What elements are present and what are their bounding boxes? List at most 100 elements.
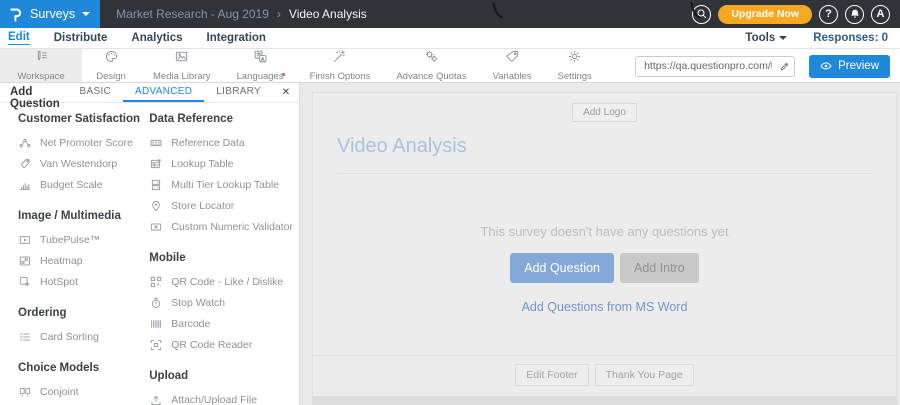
question-type-lookup-table[interactable]: Lookup Table: [149, 153, 293, 174]
question-type-barcode[interactable]: Barcode: [149, 313, 293, 334]
question-type-heatmap[interactable]: Heatmap: [18, 250, 149, 271]
help-icon[interactable]: ?: [819, 4, 838, 24]
search-icon[interactable]: [692, 4, 712, 24]
menu-item-analytics[interactable]: Analytics: [131, 32, 182, 45]
add-intro-button[interactable]: Add Intro: [620, 253, 699, 283]
breadcrumb-separator: ›: [276, 7, 281, 21]
hotspot-cursor-icon: [18, 276, 31, 288]
responses-count[interactable]: Responses: 0: [813, 32, 888, 44]
reference-data-icon: [149, 137, 162, 149]
breadcrumb-current: Video Analysis: [288, 7, 367, 21]
toolbar-item-advance-quotas[interactable]: Advance Quotas: [383, 49, 479, 82]
panel-header: Add Question BASIC ADVANCED LIBRARY ✕: [0, 83, 299, 110]
breadcrumb: Market Research - Aug 2019 › Video Analy…: [116, 7, 367, 21]
product-label: Surveys: [30, 7, 76, 21]
panel-body: Customer Satisfaction Net Promoter Score…: [0, 103, 299, 405]
menu-item-distribute[interactable]: Distribute: [54, 32, 108, 45]
question-type-card-sorting[interactable]: Card Sorting: [18, 326, 149, 347]
add-questions-msword-link[interactable]: Add Questions from MS Word: [522, 300, 688, 314]
questionpro-logo-icon: [9, 7, 23, 22]
numeric-validator-icon: [149, 221, 162, 233]
workspace-icon: [34, 49, 49, 69]
section-title: Image / Multimedia: [18, 210, 121, 222]
survey-title[interactable]: Video Analysis: [337, 135, 872, 158]
toolbar-item-workspace[interactable]: Workspace: [0, 49, 82, 82]
media-library-icon: [174, 49, 189, 69]
finish-options-wand-icon: [332, 49, 347, 69]
product-switcher[interactable]: Surveys: [0, 0, 101, 28]
barcode-icon: [149, 318, 162, 330]
survey-toolbar: Workspace Design Media Library Languages…: [0, 49, 900, 83]
upload-file-icon: [149, 394, 162, 405]
heatmap-icon: [18, 255, 31, 267]
toolbar-item-design[interactable]: Design: [82, 49, 140, 82]
question-type-qr-like-dislike[interactable]: QR Code - Like / Dislike: [149, 271, 293, 292]
chevron-down-icon: [82, 12, 91, 16]
section-title: Choice Models: [18, 362, 100, 374]
qr-reader-icon: [149, 339, 162, 351]
survey-card: Add Logo Video Analysis This survey does…: [312, 92, 897, 397]
tab-advanced[interactable]: ADVANCED: [123, 83, 205, 102]
survey-url-input[interactable]: [635, 55, 796, 77]
edit-url-pencil-icon[interactable]: [779, 61, 790, 72]
price-tag-icon: [18, 158, 31, 170]
avatar[interactable]: A: [871, 4, 890, 24]
section-title: Ordering: [18, 307, 67, 319]
panel-title: Add Question: [10, 86, 60, 110]
map-pin-icon: [149, 200, 162, 212]
question-type-conjoint[interactable]: Conjoint: [18, 381, 149, 402]
top-bar: Surveys Market Research - Aug 2019 › Vid…: [0, 0, 900, 28]
conjoint-icon: [18, 386, 31, 398]
question-type-attach-upload-file[interactable]: Attach/Upload File: [149, 389, 293, 405]
content-area: Add Question BASIC ADVANCED LIBRARY ✕ Cu…: [0, 83, 900, 405]
card-footer: Edit Footer Thank You Page: [313, 355, 896, 396]
section-title: Mobile: [149, 252, 186, 264]
toolbar-item-variables[interactable]: Variables: [480, 49, 545, 82]
variables-tag-icon: [505, 49, 520, 69]
question-type-qr-code-reader[interactable]: QR Code Reader: [149, 334, 293, 355]
horizontal-scrollbar-track[interactable]: [312, 397, 897, 405]
upgrade-now-button[interactable]: Upgrade Now: [718, 4, 812, 24]
menu-item-edit[interactable]: Edit: [8, 31, 30, 45]
question-type-stop-watch[interactable]: Stop Watch: [149, 292, 293, 313]
empty-message: This survey doesn't have any questions y…: [480, 224, 729, 239]
survey-canvas: Add Logo Video Analysis This survey does…: [300, 83, 900, 405]
toolbar-item-media-library[interactable]: Media Library: [140, 49, 224, 82]
toolbar-item-finish-options[interactable]: Finish Options: [297, 49, 384, 82]
edit-footer-button[interactable]: Edit Footer: [515, 364, 589, 386]
question-type-budget-scale[interactable]: Budget Scale: [18, 174, 149, 195]
settings-gear-icon: [567, 49, 582, 69]
preview-button[interactable]: Preview: [809, 54, 890, 78]
screen-artifact-curve: [492, 2, 503, 19]
tools-dropdown[interactable]: Tools: [745, 32, 788, 44]
question-type-hotspot[interactable]: HotSpot: [18, 271, 149, 292]
section-title: Upload: [149, 370, 189, 382]
close-icon[interactable]: ✕: [273, 83, 299, 102]
notifications-bell-icon[interactable]: [845, 4, 864, 24]
toolbar-item-settings[interactable]: Settings: [544, 49, 604, 82]
question-type-net-promoter-score[interactable]: Net Promoter Score: [18, 132, 149, 153]
lookup-table-icon: [149, 158, 162, 170]
toolbar-item-languages[interactable]: Languages: [224, 49, 297, 82]
menu-item-integration[interactable]: Integration: [207, 32, 266, 45]
bar-scale-icon: [18, 179, 31, 191]
add-question-button[interactable]: Add Question: [510, 253, 614, 283]
section-title: Customer Satisfaction: [18, 113, 141, 125]
question-type-multi-tier-lookup-table[interactable]: Multi Tier Lookup Table: [149, 174, 293, 195]
section-title: Data Reference: [149, 113, 233, 125]
question-type-reference-data[interactable]: Reference Data: [149, 132, 293, 153]
question-type-custom-numeric-validator[interactable]: Custom Numeric Validator: [149, 216, 293, 237]
breadcrumb-parent[interactable]: Market Research - Aug 2019: [116, 7, 269, 21]
thank-you-page-button[interactable]: Thank You Page: [594, 364, 694, 386]
nps-gauge-icon: [18, 137, 31, 149]
add-question-panel: Add Question BASIC ADVANCED LIBRARY ✕ Cu…: [0, 83, 300, 405]
add-logo-button[interactable]: Add Logo: [572, 103, 637, 122]
question-type-tubepulse[interactable]: TubePulse™: [18, 229, 149, 250]
question-type-van-westendorp[interactable]: Van Westendorp: [18, 153, 149, 174]
tab-library[interactable]: LIBRARY: [204, 83, 273, 102]
empty-state: This survey doesn't have any questions y…: [313, 174, 896, 316]
chevron-down-icon: [779, 36, 788, 40]
question-type-store-locator[interactable]: Store Locator: [149, 195, 293, 216]
card-sorting-icon: [18, 331, 31, 343]
tab-basic[interactable]: BASIC: [68, 83, 124, 102]
